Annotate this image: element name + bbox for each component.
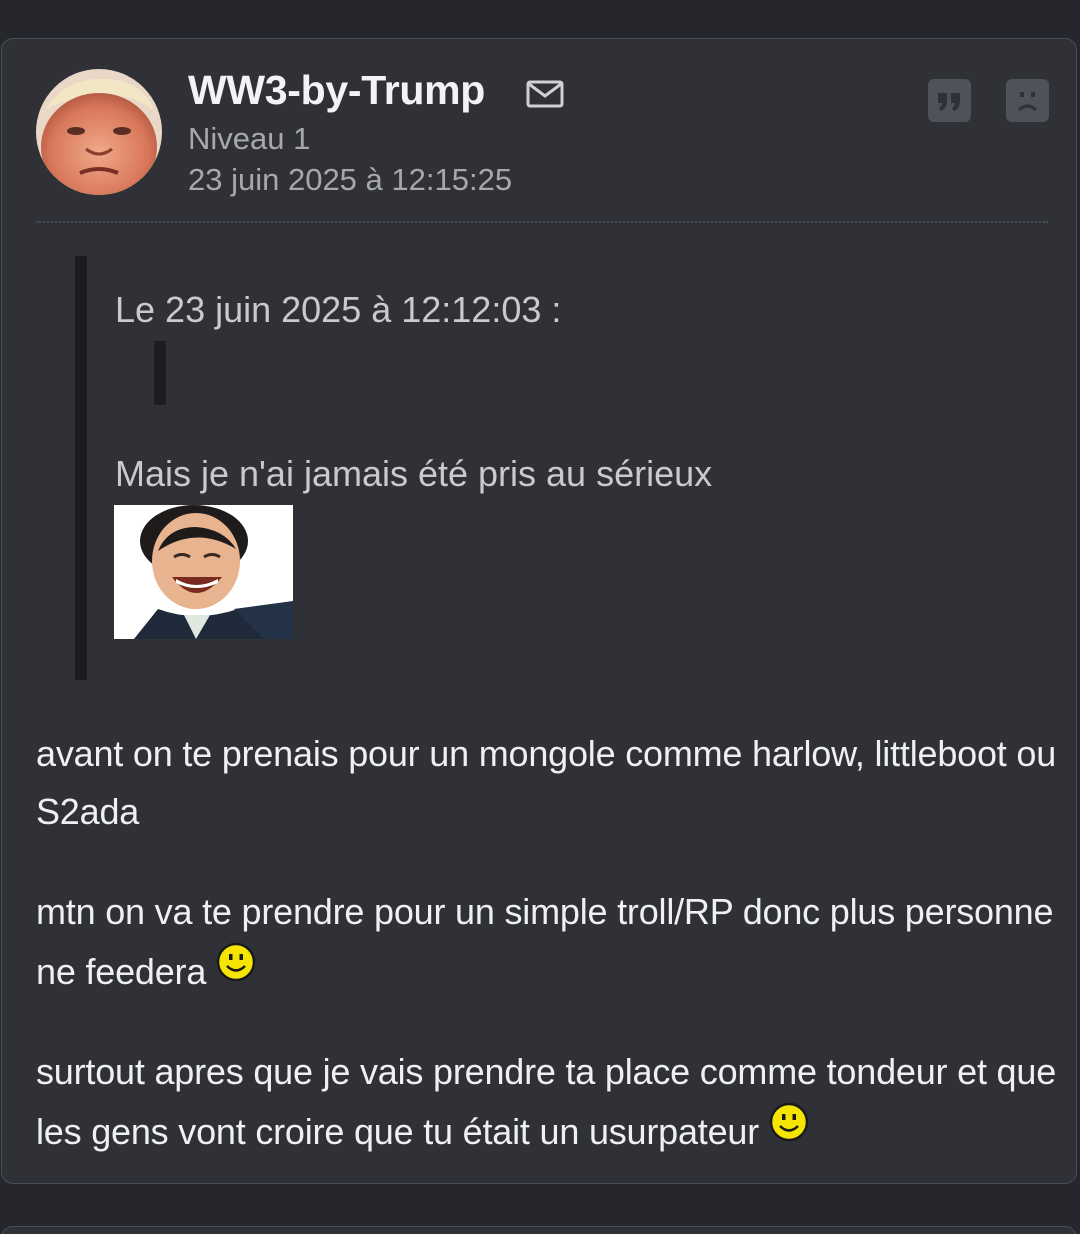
header-divider bbox=[36, 221, 1048, 223]
envelope-icon[interactable] bbox=[526, 79, 564, 109]
blockquote-bar bbox=[75, 256, 87, 680]
report-button[interactable] bbox=[1006, 79, 1049, 122]
quote-text: Mais je n'ai jamais été pris au sérieux bbox=[115, 453, 713, 494]
quote-header: Le 23 juin 2025 à 12:12:03 : bbox=[115, 289, 562, 330]
message-body: avant on te prenais pour un mongole comm… bbox=[36, 725, 1066, 1203]
message-paragraph: avant on te prenais pour un mongole comm… bbox=[36, 733, 1057, 832]
message-paragraph: mtn on va te prendre pour un simple trol… bbox=[36, 891, 1054, 992]
quote-icon bbox=[938, 93, 960, 111]
author-name[interactable]: WW3-by-Trump bbox=[188, 67, 485, 114]
message-paragraph: surtout apres que je vais prendre ta pla… bbox=[36, 1051, 1057, 1152]
quote-button[interactable] bbox=[928, 79, 971, 122]
post-timestamp[interactable]: 23 juin 2025 à 12:15:25 bbox=[188, 162, 512, 198]
next-forum-post bbox=[1, 1226, 1077, 1234]
avatar-portrait-icon bbox=[36, 69, 162, 195]
sad-face-icon bbox=[1017, 92, 1038, 112]
author-level: Niveau 1 bbox=[188, 121, 311, 156]
laughing-man-sticker[interactable] bbox=[114, 505, 293, 639]
smiley-icon bbox=[216, 941, 256, 982]
nested-blockquote-bar bbox=[154, 341, 166, 405]
author-avatar[interactable] bbox=[36, 69, 162, 195]
smiley-icon bbox=[769, 1101, 809, 1142]
forum-post: WW3-by-Trump Niveau 1 23 juin 2025 à 12:… bbox=[1, 38, 1077, 1184]
